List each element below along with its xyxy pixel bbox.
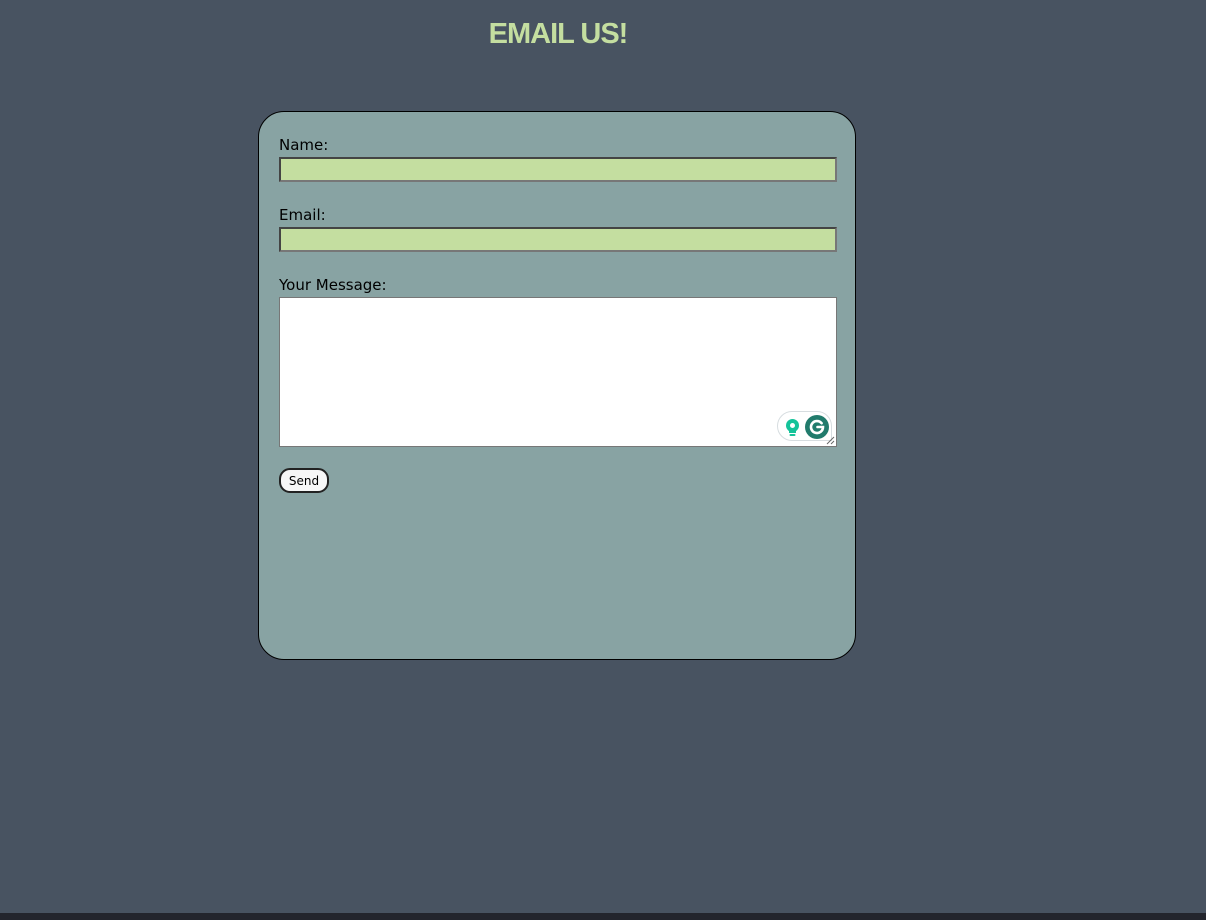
name-label: Name: bbox=[279, 136, 329, 154]
send-button[interactable]: Send bbox=[279, 468, 329, 493]
message-label: Your Message: bbox=[279, 276, 387, 294]
bottom-bar bbox=[0, 913, 1206, 920]
lightbulb-icon[interactable] bbox=[784, 418, 801, 437]
contact-form: Name: Email: Your Message: Send bbox=[258, 111, 856, 660]
name-field[interactable] bbox=[279, 157, 837, 182]
grammarly-widget[interactable] bbox=[777, 411, 832, 441]
email-field[interactable] bbox=[279, 227, 837, 252]
page-title: EMAIL US! bbox=[488, 18, 629, 50]
email-label: Email: bbox=[279, 206, 326, 224]
resize-grip-icon[interactable] bbox=[826, 436, 835, 445]
message-field[interactable] bbox=[279, 297, 837, 447]
